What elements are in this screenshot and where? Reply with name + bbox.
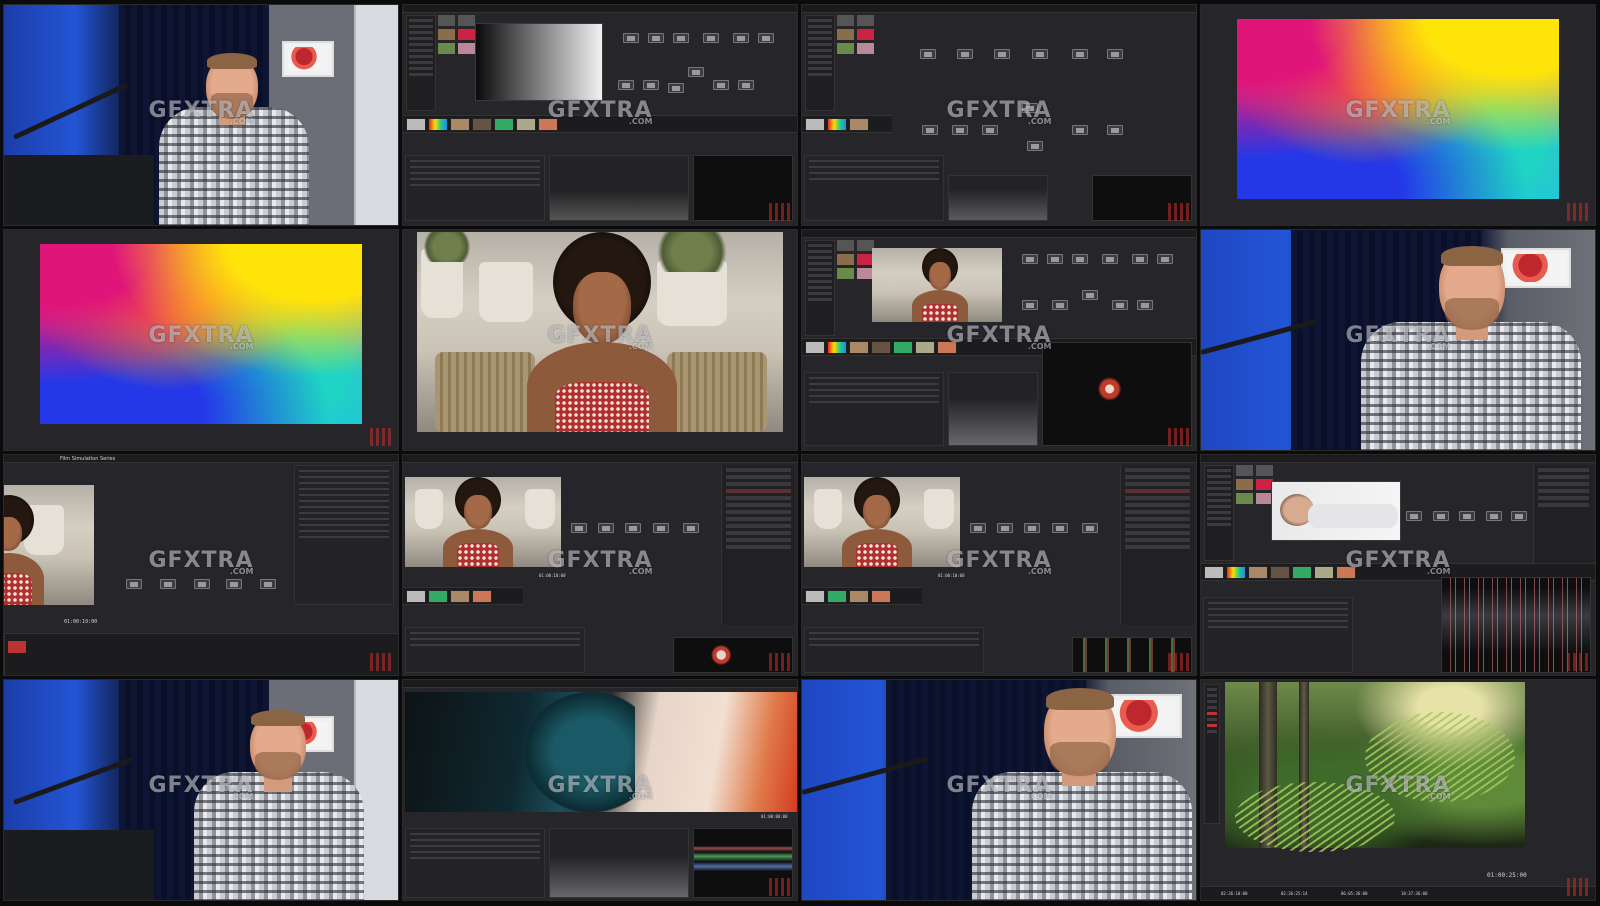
thumbnail-cinematic-viewer[interactable]: 01:00:00:00 GFXTRA .COM	[402, 679, 798, 901]
mic-arm	[12, 82, 129, 140]
viewer-grayscale	[475, 23, 603, 101]
project-title: Film Simulation Series	[60, 456, 116, 462]
thumbnail-settings-panel[interactable]: Film Simulation Series 01:00:10:00 GFXTR…	[3, 454, 399, 676]
thumbnail-gradient-1[interactable]: GFXTRA .COM	[1200, 4, 1596, 226]
thumbnail-color-page-3[interactable]: 01:00:10:00 GFXTRA .COM	[402, 454, 798, 676]
watermark: GFXTRA .COM	[946, 773, 1052, 802]
watermark: GFXTRA .COM	[946, 548, 1052, 577]
thumbnail-color-page-2[interactable]: GFXTRA .COM	[801, 229, 1197, 451]
watermark: GFXTRA .COM	[148, 323, 254, 352]
watermark: GFXTRA .COM	[1345, 323, 1451, 352]
viewer-forest	[1225, 682, 1525, 852]
thumbnail-presenter-1[interactable]: GFXTRA .COM	[3, 4, 399, 226]
thumbnail-presenter-3[interactable]: GFXTRA .COM	[3, 679, 399, 901]
color-space-transform-settings[interactable]	[294, 465, 394, 605]
thumbnail-portrait-viewer[interactable]: GFXTRA .COM	[402, 229, 798, 451]
watermark: GFXTRA .COM	[946, 323, 1052, 352]
watermark: GFXTRA .COM	[547, 548, 653, 577]
thumbnail-presenter-4[interactable]: GFXTRA .COM	[801, 679, 1197, 901]
mic-arm	[13, 757, 133, 805]
watermark: GFXTRA .COM	[1345, 98, 1451, 127]
thumbnail-color-page-5[interactable]: GFXTRA .COM	[1200, 454, 1596, 676]
presenter	[194, 708, 364, 900]
thumbnail-color-page-4[interactable]: 01:00:10:00 GFXTRA .COM	[801, 454, 1197, 676]
thumbnail-color-page-1[interactable]: GFXTRA .COM	[402, 4, 798, 226]
watermark: GFXTRA .COM	[946, 98, 1052, 127]
viewer-timecode: 01:00:25:00	[1487, 872, 1527, 879]
watermark: GFXTRA .COM	[547, 323, 653, 352]
watermark: GFXTRA .COM	[547, 98, 653, 127]
thumbnail-forest-viewer[interactable]: 01:00:25:00 02:36:10:00 02:36:25:14 06:0…	[1200, 679, 1596, 901]
viewer-timecode: 01:00:10:00	[64, 619, 98, 625]
timeline-bar: 02:36:10:00 02:36:25:14 06:05:36:00 18:3…	[1201, 886, 1595, 900]
thumbnail-presenter-2[interactable]: GFXTRA .COM	[1200, 229, 1596, 451]
thumbnail-node-graph[interactable]: GFXTRA .COM	[801, 4, 1197, 226]
viewer-portrait	[4, 485, 94, 605]
watermark: GFXTRA .COM	[1345, 548, 1451, 577]
watermark: GFXTRA .COM	[1345, 773, 1451, 802]
viewer-portrait	[405, 477, 561, 567]
watermark: GFXTRA .COM	[148, 98, 254, 127]
video-contact-sheet: GFXTRA .COM GFXTRA .COM GFXTRA .COM GFXT…	[0, 0, 1600, 906]
presenter	[159, 53, 309, 225]
viewer-timecode: 01:00:00:00	[761, 814, 788, 819]
viewer-reclining-portrait	[1271, 481, 1401, 541]
viewer-portrait	[804, 477, 960, 567]
watermark: GFXTRA .COM	[547, 773, 653, 802]
viewer-portrait	[872, 248, 1002, 322]
thumbnail-gradient-2[interactable]: GFXTRA .COM	[3, 229, 399, 451]
watermark: GFXTRA .COM	[148, 773, 254, 802]
watermark: GFXTRA .COM	[148, 548, 254, 577]
